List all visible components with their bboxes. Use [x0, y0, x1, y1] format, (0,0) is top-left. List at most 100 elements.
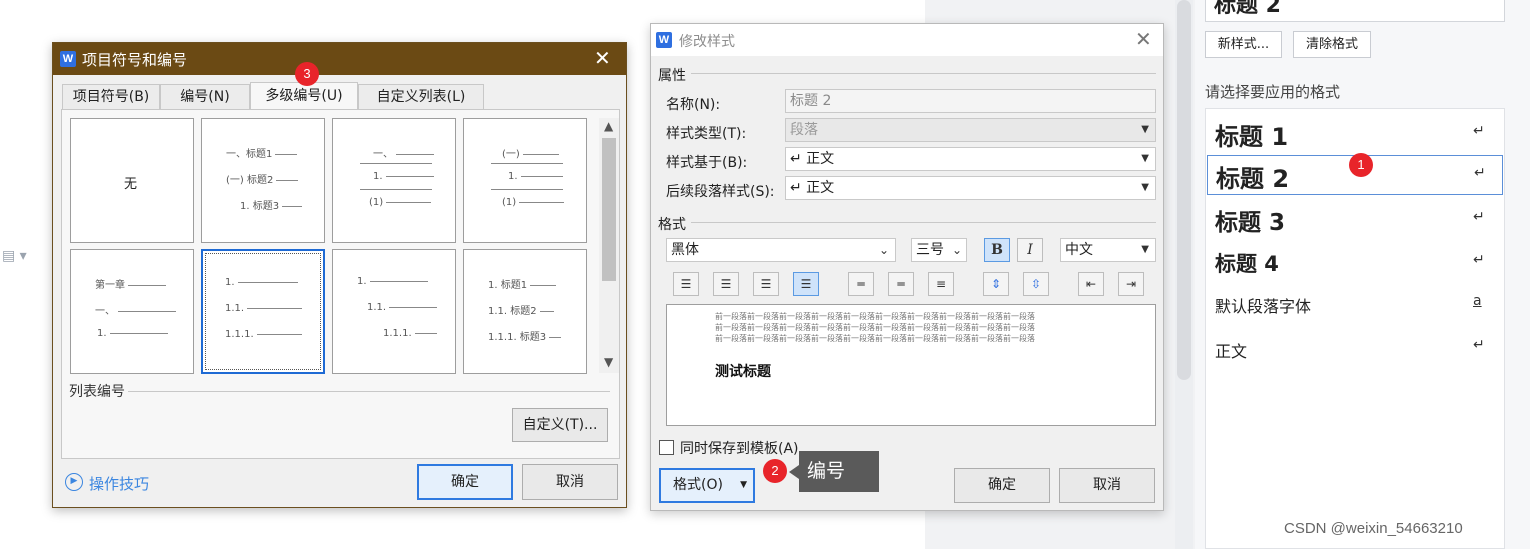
format-label: 格式: [658, 217, 686, 233]
dialog-titlebar: W 项目符号和编号 ✕: [53, 43, 626, 75]
align-left-icon[interactable]: ☰: [673, 272, 699, 296]
close-icon[interactable]: ✕: [594, 46, 611, 70]
cancel-button[interactable]: 取消: [522, 464, 618, 500]
wps-logo-icon: W: [656, 32, 672, 48]
close-icon[interactable]: ✕: [1135, 27, 1152, 51]
style-type-value: 段落: [790, 122, 818, 138]
play-circle-icon[interactable]: ▶: [65, 473, 83, 491]
level-label: 第一章: [95, 280, 125, 291]
numbering-option-2[interactable]: 一、标题1 (一) 标题2 1. 标题3: [201, 118, 325, 243]
level-label: (1): [502, 197, 517, 208]
next-style-select[interactable]: ↵ 正文 ▼: [785, 176, 1156, 200]
character-style-icon: a: [1473, 293, 1482, 309]
current-style-value: 标题 2: [1214, 0, 1281, 18]
ok-button[interactable]: 确定: [417, 464, 513, 500]
size-select[interactable]: 三号 ⌄: [911, 238, 967, 262]
level-label: 1. 标题3: [240, 201, 280, 212]
style-item-heading1[interactable]: 标题 1 ↵: [1207, 113, 1503, 153]
tab-multilevel[interactable]: 多级编号(U): [250, 82, 358, 110]
option-label: 无: [124, 177, 138, 192]
bold-button[interactable]: B: [984, 238, 1010, 262]
options-scrollbar[interactable]: ▲ ▼: [599, 118, 619, 373]
tab-bullets[interactable]: 项目符号(B): [62, 84, 160, 110]
cancel-button[interactable]: 取消: [1059, 468, 1155, 503]
numbering-option-5[interactable]: 第一章 一、 1.: [70, 249, 194, 374]
current-style-field[interactable]: 标题 2 ⌄: [1205, 0, 1505, 22]
style-item-heading4[interactable]: 标题 4 ↵: [1207, 243, 1503, 283]
indent-increase-icon[interactable]: ⇥: [1118, 272, 1144, 296]
numbering-option-8[interactable]: 1. 标题1 1.1. 标题2 1.1.1. 标题3: [463, 249, 587, 374]
ok-button[interactable]: 确定: [954, 468, 1050, 503]
style-name: 标题 1: [1215, 123, 1289, 151]
language-select[interactable]: 中文 ▼: [1060, 238, 1156, 262]
level-label: 1.: [357, 276, 367, 287]
line-spacing-single-icon[interactable]: ═: [848, 272, 874, 296]
tab-numbering[interactable]: 编号(N): [160, 84, 250, 110]
format-button-label: 格式(O): [673, 477, 723, 493]
step-badge-1: 1: [1349, 153, 1373, 177]
save-template-checkbox[interactable]: [659, 440, 674, 455]
chevron-down-icon: ⌄: [878, 243, 889, 257]
preview-previous-paragraph: 前一段落前一段落前一段落前一段落前一段落前一段落前一段落前一段落前一段落前一段落: [715, 334, 1035, 343]
apply-format-prompt: 请选择要应用的格式: [1205, 83, 1341, 101]
style-name: 标题 3: [1215, 210, 1286, 236]
scroll-thumb[interactable]: [602, 138, 616, 281]
preview-heading: 测试标题: [715, 364, 771, 380]
new-style-button[interactable]: 新样式...: [1205, 31, 1282, 58]
next-style-label: 后续段落样式(S):: [666, 184, 775, 200]
style-item-default-font[interactable]: 默认段落字体 a: [1207, 285, 1503, 325]
numbering-option-none[interactable]: 无: [70, 118, 194, 243]
step-badge-2: 2: [763, 459, 787, 483]
style-type-label: 样式类型(T):: [666, 126, 747, 142]
tab-custom-list[interactable]: 自定义列表(L): [358, 84, 484, 110]
paragraph-style-icon[interactable]: ▤ ▾: [2, 248, 32, 264]
line-spacing-1-5-icon[interactable]: ═: [888, 272, 914, 296]
preview-previous-paragraph: 前一段落前一段落前一段落前一段落前一段落前一段落前一段落前一段落前一段落前一段落: [715, 323, 1035, 332]
chevron-down-icon: ▼: [1141, 244, 1149, 255]
level-label: 一、: [95, 306, 115, 317]
level-label: 1.1.: [225, 303, 245, 314]
style-item-heading2[interactable]: 标题 2 ↵ 1: [1207, 153, 1503, 195]
align-right-icon[interactable]: ☰: [753, 272, 779, 296]
align-center-icon[interactable]: ☰: [713, 272, 739, 296]
style-item-body[interactable]: 正文 ↵: [1207, 329, 1503, 369]
style-name: 标题 2: [1216, 165, 1290, 193]
numbering-option-6-selected[interactable]: 1. 1.1. 1.1.1.: [201, 249, 325, 374]
font-select[interactable]: 黑体 ⌄: [666, 238, 896, 262]
align-justify-icon[interactable]: ☰: [793, 272, 819, 296]
level-label: 1.1. 标题2: [488, 306, 537, 317]
clear-format-button[interactable]: 清除格式: [1293, 31, 1371, 58]
style-name-field[interactable]: 标题 2: [785, 89, 1156, 113]
level-label: 一、标题1: [226, 149, 273, 160]
tips-link[interactable]: 操作技巧: [89, 473, 149, 494]
scroll-up-icon[interactable]: ▲: [604, 119, 613, 133]
style-preview: 前一段落前一段落前一段落前一段落前一段落前一段落前一段落前一段落前一段落前一段落…: [666, 304, 1156, 426]
section-divider: [691, 73, 1156, 74]
modify-style-dialog: W 修改样式 ✕ 属性 名称(N): 标题 2 样式类型(T): 段落 ▼ 样式…: [650, 23, 1164, 511]
based-on-select[interactable]: ↵ 正文 ▼: [785, 147, 1156, 171]
format-menu-button[interactable]: 格式(O) ▼: [659, 468, 755, 503]
numbering-option-3[interactable]: 一、 1. (1): [332, 118, 456, 243]
space-before-decrease-icon[interactable]: ⇳: [1023, 272, 1049, 296]
numbering-option-4[interactable]: (一) 1. (1): [463, 118, 587, 243]
line-spacing-double-icon[interactable]: ≡: [928, 272, 954, 296]
indent-decrease-icon[interactable]: ⇤: [1078, 272, 1104, 296]
scroll-down-icon[interactable]: ▼: [604, 355, 613, 369]
next-style-value: ↵ 正文: [790, 180, 835, 196]
paragraph-mark-icon: ↵: [1473, 337, 1485, 353]
italic-button[interactable]: I: [1017, 238, 1043, 262]
document-scroll-thumb[interactable]: [1177, 0, 1191, 380]
list-numbering-label: 列表编号: [69, 384, 125, 400]
save-template-label: 同时保存到模板(A): [680, 441, 799, 457]
space-before-increase-icon[interactable]: ⇕: [983, 272, 1009, 296]
customize-button[interactable]: 自定义(T)...: [512, 408, 608, 442]
style-item-heading3[interactable]: 标题 3 ↵: [1207, 199, 1503, 239]
level-label: 1.1.1.: [225, 329, 254, 340]
bullets-numbering-dialog: W 项目符号和编号 ✕ 项目符号(B) 编号(N) 多级编号(U) 自定义列表(…: [52, 42, 627, 508]
chevron-down-icon[interactable]: ⌄: [1491, 0, 1501, 3]
dialog-title: 修改样式: [679, 34, 735, 50]
step-badge-3: 3: [295, 62, 319, 86]
caret-down-icon: ▼: [740, 480, 747, 490]
size-value: 三号: [916, 242, 944, 258]
numbering-option-7[interactable]: 1. 1.1. 1.1.1.: [332, 249, 456, 374]
